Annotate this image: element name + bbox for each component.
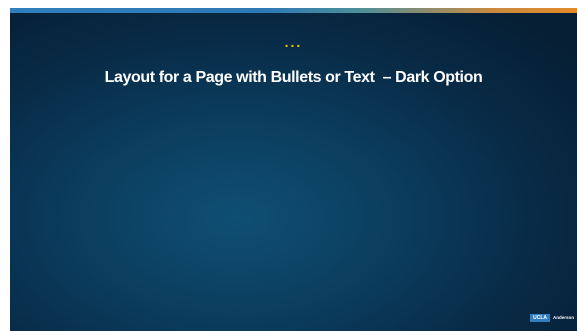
logo-box: UCLA	[530, 314, 550, 322]
ucla-anderson-logo: UCLA Anderson	[530, 314, 574, 322]
ellipsis-ornament: ...	[284, 34, 303, 50]
slide: ... Layout for a Page with Bullets or Te…	[10, 8, 577, 331]
logo-text: Anderson	[552, 315, 574, 320]
accent-bar	[10, 8, 577, 13]
slide-title: Layout for a Page with Bullets or Text –…	[104, 69, 483, 86]
